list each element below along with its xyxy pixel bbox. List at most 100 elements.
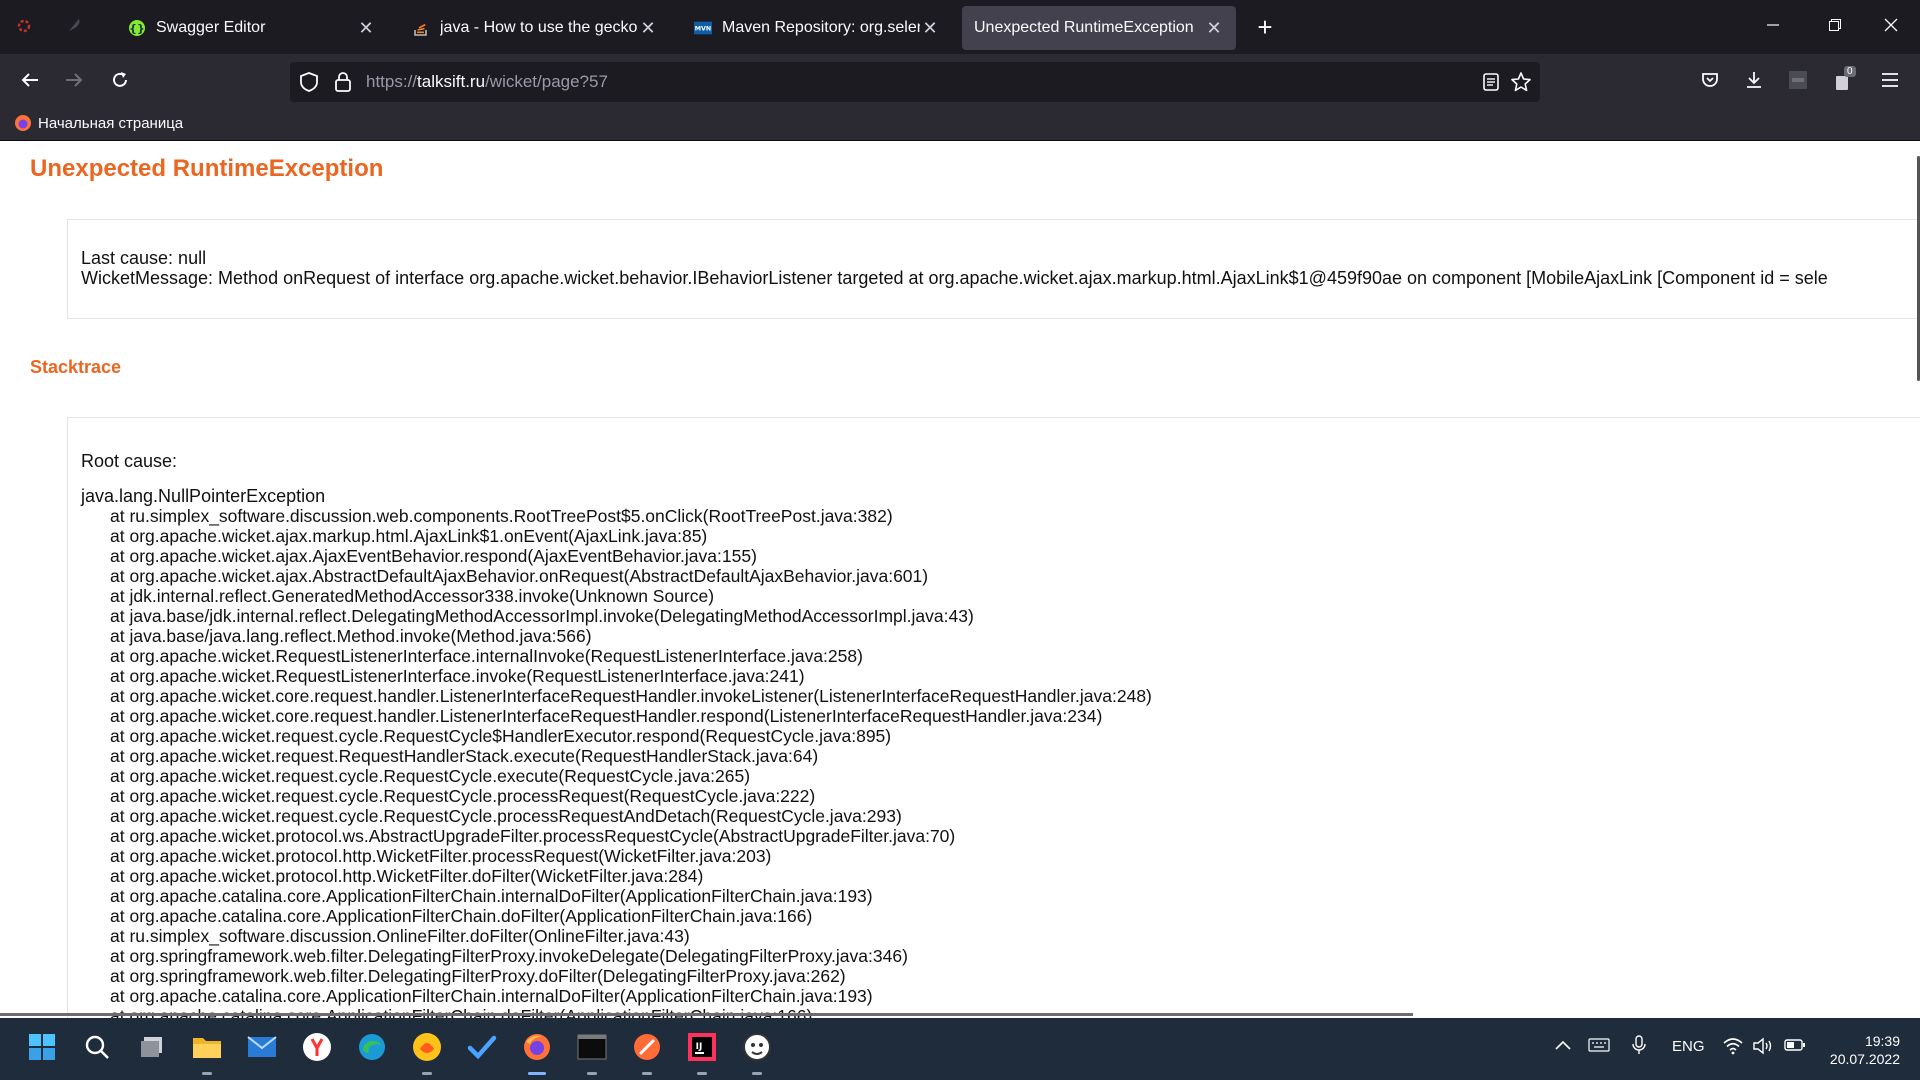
pinned-tab-1[interactable] bbox=[8, 10, 40, 44]
page-title: Unexpected RuntimeException bbox=[30, 155, 384, 182]
restore-button[interactable] bbox=[1812, 10, 1858, 44]
task-view-icon bbox=[138, 1033, 166, 1066]
minimize-icon bbox=[1767, 18, 1779, 36]
running-indicator bbox=[202, 1072, 212, 1075]
arrow-right-icon bbox=[64, 70, 84, 95]
close-window-button[interactable] bbox=[1868, 10, 1914, 44]
tab-stackoverflow[interactable]: java - How to use the gecko exe ✕ bbox=[400, 6, 670, 50]
stack-frame: at org.springframework.web.filter.Delega… bbox=[110, 966, 846, 986]
close-icon[interactable]: ✕ bbox=[638, 18, 658, 39]
file-explorer-icon bbox=[192, 1033, 222, 1066]
reader-view-icon[interactable] bbox=[1482, 72, 1500, 97]
address-bar[interactable]: https://talksift.ru/wicket/page?57 bbox=[290, 62, 1540, 102]
stack-frame: at org.apache.wicket.ajax.AbstractDefaul… bbox=[110, 566, 929, 586]
start-icon bbox=[28, 1033, 56, 1066]
stack-frame: at org.apache.catalina.core.ApplicationF… bbox=[110, 1006, 813, 1018]
active-indicator bbox=[528, 1072, 546, 1075]
taskbar-search[interactable] bbox=[77, 1029, 117, 1069]
minimize-button[interactable] bbox=[1750, 10, 1796, 44]
tab-unexpected-runtimeexception[interactable]: Unexpected RuntimeException ✕ bbox=[962, 6, 1236, 50]
stack-frame: at org.apache.wicket.ajax.AjaxEventBehav… bbox=[110, 546, 757, 566]
taskbar-todo[interactable] bbox=[462, 1029, 502, 1069]
taskbar-postman[interactable] bbox=[627, 1029, 667, 1075]
tab-title: Maven Repository: org.selenium bbox=[722, 19, 920, 36]
start-button[interactable] bbox=[22, 1029, 62, 1069]
edge-icon bbox=[357, 1032, 387, 1067]
stack-frame: at org.apache.wicket.protocol.ws.Abstrac… bbox=[110, 826, 956, 846]
stack-frame: at org.apache.catalina.core.ApplicationF… bbox=[110, 886, 873, 906]
svg-text:MVN: MVN bbox=[695, 26, 711, 33]
tab-maven-repository[interactable]: MVN Maven Repository: org.selenium ✕ bbox=[682, 6, 952, 50]
clock-time: 19:39 bbox=[1864, 1033, 1900, 1049]
taskbar-intellij[interactable]: IJ bbox=[682, 1029, 722, 1075]
taskbar-edge[interactable] bbox=[352, 1029, 392, 1069]
pocket-button[interactable] bbox=[1692, 64, 1728, 100]
stack-frame: at java.base/jdk.internal.reflect.Delega… bbox=[110, 606, 974, 626]
bookmark-home[interactable]: Начальная страница bbox=[14, 114, 183, 132]
downloads-button[interactable] bbox=[1736, 64, 1772, 100]
close-icon[interactable]: ✕ bbox=[356, 18, 376, 39]
stack-frame: at org.apache.wicket.ajax.markup.html.Aj… bbox=[110, 526, 708, 546]
reload-button[interactable] bbox=[102, 64, 138, 100]
taskbar-task-view[interactable] bbox=[132, 1029, 172, 1069]
stack-frame: at org.apache.wicket.request.cycle.Reque… bbox=[110, 766, 751, 786]
stacktrace-heading: Stacktrace bbox=[30, 357, 122, 377]
wifi-icon[interactable] bbox=[1722, 1037, 1744, 1059]
taskbar-file-explorer[interactable] bbox=[187, 1029, 227, 1075]
microphone-icon[interactable] bbox=[1632, 1035, 1646, 1059]
url-text[interactable]: https://talksift.ru/wicket/page?57 bbox=[366, 72, 608, 92]
search-icon bbox=[83, 1033, 111, 1066]
stack-frame: at org.springframework.web.filter.Delega… bbox=[110, 946, 908, 966]
menu-button[interactable] bbox=[1872, 64, 1908, 100]
chevron-up-icon[interactable] bbox=[1554, 1038, 1572, 1055]
restore-icon bbox=[1829, 18, 1841, 36]
forward-button[interactable] bbox=[56, 64, 92, 100]
keyboard-icon[interactable] bbox=[1588, 1037, 1610, 1057]
lock-icon[interactable] bbox=[334, 71, 352, 98]
plus-icon: + bbox=[1257, 11, 1273, 42]
language-indicator[interactable]: ENG bbox=[1672, 1038, 1705, 1055]
battery-icon[interactable] bbox=[1784, 1038, 1806, 1056]
yandex-music-icon bbox=[412, 1032, 442, 1067]
yandex-browser-icon bbox=[302, 1032, 332, 1067]
horizontal-scrollbar[interactable] bbox=[0, 1013, 1413, 1016]
stack-frame: at org.apache.wicket.core.request.handle… bbox=[110, 686, 1152, 706]
close-icon[interactable]: ✕ bbox=[1204, 18, 1224, 39]
bookmark-star-icon[interactable] bbox=[1510, 71, 1532, 98]
new-tab-button[interactable]: + bbox=[1242, 10, 1288, 44]
bookmarks-toolbar: Начальная страница bbox=[0, 110, 1920, 141]
stack-frame: at java.base/java.lang.reflect.Method.in… bbox=[110, 626, 592, 646]
shield-icon[interactable] bbox=[298, 71, 320, 98]
pinned-tab-2[interactable] bbox=[58, 10, 90, 44]
extension-icon bbox=[1788, 70, 1808, 95]
clock[interactable]: 19:39 20.07.2022 bbox=[1830, 1032, 1900, 1068]
stack-frame: at org.apache.wicket.request.RequestHand… bbox=[110, 746, 819, 766]
last-cause-text: Last cause: null bbox=[81, 248, 207, 268]
taskbar-yandex-music[interactable] bbox=[407, 1029, 447, 1075]
back-button[interactable] bbox=[12, 64, 48, 100]
root-cause-label: Root cause: bbox=[81, 451, 178, 471]
taskbar-unknown-app[interactable] bbox=[737, 1029, 777, 1075]
clock-date: 20.07.2022 bbox=[1829, 1051, 1900, 1067]
svg-text:{}: {} bbox=[129, 22, 145, 35]
tab-swagger-editor[interactable]: {} Swagger Editor ✕ bbox=[116, 6, 388, 50]
stack-frame: at org.apache.wicket.protocol.http.Wicke… bbox=[110, 846, 772, 866]
extension-button-1[interactable] bbox=[1780, 64, 1816, 100]
error-message-box: Last cause: null WicketMessage: Method o… bbox=[67, 219, 1920, 319]
volume-icon[interactable] bbox=[1752, 1037, 1774, 1059]
close-icon[interactable]: ✕ bbox=[920, 18, 940, 39]
taskbar-yandex-browser[interactable] bbox=[297, 1029, 337, 1069]
taskbar-terminal[interactable] bbox=[572, 1029, 612, 1075]
running-indicator bbox=[752, 1072, 762, 1075]
taskbar-mail[interactable] bbox=[242, 1029, 282, 1069]
stack-frame-list: at ru.simplex_software.discussion.web.co… bbox=[110, 506, 1152, 1018]
exception-name: java.lang.NullPointerException bbox=[81, 486, 326, 506]
stacktrace-box: Root cause: java.lang.NullPointerExcepti… bbox=[67, 417, 1920, 1018]
pinned-site-icon bbox=[14, 15, 34, 40]
extension-button-2[interactable]: 0 bbox=[1826, 64, 1862, 100]
wicket-message-text: WicketMessage: Method onRequest of inter… bbox=[81, 268, 1828, 288]
taskbar-firefox[interactable] bbox=[517, 1029, 557, 1075]
mail-icon bbox=[247, 1035, 277, 1064]
tab-title: Swagger Editor bbox=[156, 19, 266, 36]
stack-frame: at ru.simplex_software.discussion.web.co… bbox=[110, 506, 893, 526]
